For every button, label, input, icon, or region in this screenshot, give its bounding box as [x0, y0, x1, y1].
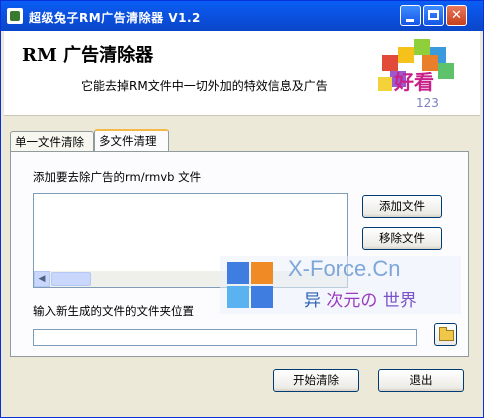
- folder-icon: [439, 327, 454, 341]
- page-title: RM 广告清除器: [22, 45, 154, 66]
- window-title: 超级兔子RM广告清除器 V1.2: [29, 11, 201, 25]
- haokan-logo: 好看 123: [378, 39, 454, 110]
- logo-number: 123: [416, 96, 439, 110]
- close-button[interactable]: ✕: [446, 5, 467, 26]
- minimize-icon: [406, 19, 414, 22]
- app-window: 超级兔子RM广告清除器 V1.2 ✕ RM 广告清除器 它能去掉RM文件中一切外…: [0, 0, 484, 418]
- browse-folder-button[interactable]: [434, 323, 457, 346]
- title-bar[interactable]: 超级兔子RM广告清除器 V1.2 ✕: [1, 1, 483, 31]
- logo-text: 好看: [393, 70, 434, 94]
- tab-single-file[interactable]: 单一文件清除: [10, 131, 94, 151]
- scroll-thumb[interactable]: [51, 272, 91, 286]
- add-file-button[interactable]: 添加文件: [362, 195, 442, 218]
- output-folder-field[interactable]: [33, 329, 417, 346]
- exit-button[interactable]: 退出: [378, 369, 464, 392]
- output-folder-label: 输入新生成的文件的文件夹位置: [33, 304, 194, 318]
- multi-file-panel: 添加要去除广告的rm/rmvb 文件 ◀ 添加文件 移除文件 输入新生成的文件的…: [10, 151, 469, 357]
- watermark-part-b: 次元の: [326, 291, 378, 311]
- add-files-label: 添加要去除广告的rm/rmvb 文件: [33, 170, 202, 184]
- minimize-button[interactable]: [400, 5, 421, 26]
- watermark-brand: X-Force.Cn: [288, 256, 401, 281]
- remove-file-button[interactable]: 移除文件: [362, 227, 442, 250]
- start-clean-button[interactable]: 开始清除: [273, 369, 359, 392]
- app-icon[interactable]: [7, 8, 23, 24]
- watermark-tagline: 异 次元の 世界: [304, 286, 417, 311]
- maximize-icon: [428, 10, 439, 20]
- tab-multi-file[interactable]: 多文件清理: [94, 129, 169, 152]
- watermark: X-Force.Cn 异 次元の 世界: [220, 256, 461, 314]
- watermark-part-c: 世界: [382, 291, 417, 311]
- header-banner: RM 广告清除器 它能去掉RM文件中一切外加的特效信息及广告 好看 123: [4, 31, 480, 116]
- scroll-left-icon[interactable]: ◀: [34, 271, 50, 287]
- watermark-logo: [227, 262, 273, 308]
- page-subtitle: 它能去掉RM文件中一切外加的特效信息及广告: [81, 79, 328, 93]
- close-icon: ✕: [451, 8, 462, 23]
- maximize-button[interactable]: [423, 5, 444, 26]
- watermark-part-a: 异: [304, 291, 321, 311]
